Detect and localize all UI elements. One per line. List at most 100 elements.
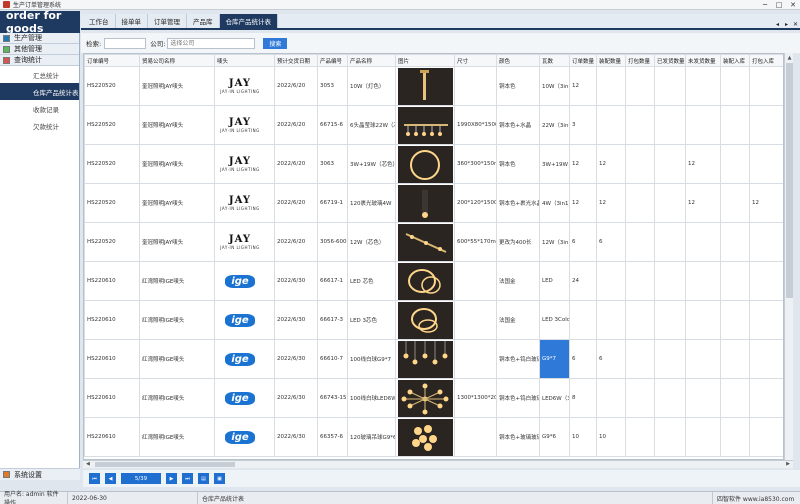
scroll-left-icon[interactable]: ◀ [86, 461, 90, 467]
cell-company[interactable]: 红湾照明IGE唛头 [139, 378, 215, 418]
cell-color[interactable]: 铜本色+钨白玻璃 [496, 378, 540, 418]
column-header[interactable]: 订单编号 [84, 54, 140, 67]
column-header[interactable]: 产品编号 [317, 54, 348, 67]
cell-name[interactable]: 12W（芯色） [347, 222, 396, 262]
cell-asm_in[interactable] [720, 417, 750, 457]
cell-qty[interactable]: 6 [569, 339, 597, 379]
cell-watt[interactable]: G9*7 [539, 339, 570, 379]
cell-order[interactable]: HS220520 [84, 222, 140, 262]
cell-date[interactable]: 2022/6/20 [274, 183, 318, 223]
export-icon[interactable]: ▤ [198, 473, 209, 484]
cell-asm_in[interactable] [720, 222, 750, 262]
column-header[interactable]: 装配入库 [720, 54, 750, 67]
tab-warehouse-stats[interactable]: 仓库产品统计表 [219, 14, 278, 28]
cell-qty[interactable]: 12 [569, 183, 597, 223]
cell-pack[interactable] [625, 222, 655, 262]
cell-asm[interactable] [596, 105, 626, 145]
cell-order[interactable]: HS220520 [84, 183, 140, 223]
cell-size[interactable] [454, 417, 497, 457]
cell-size[interactable]: 200*120*1500mm [454, 183, 497, 223]
cell-qty[interactable] [569, 300, 597, 340]
search-input[interactable] [104, 37, 147, 49]
cell-code[interactable]: 3056-600 [317, 222, 348, 262]
cell-unshipped[interactable] [685, 66, 721, 106]
horizontal-scrollbar[interactable]: ◀ ▶ [83, 460, 793, 468]
cell-pack_in[interactable] [749, 144, 783, 184]
close-icon[interactable]: ✕ [786, 0, 800, 10]
cell-shipped[interactable] [654, 144, 686, 184]
tab-dashboard[interactable]: 工作台 [83, 14, 116, 28]
column-header[interactable]: 颜色 [496, 54, 540, 67]
cell-pack[interactable] [625, 105, 655, 145]
column-header[interactable]: 打包数量 [625, 54, 655, 67]
cell-shipped[interactable] [654, 105, 686, 145]
cell-shipped[interactable] [654, 261, 686, 301]
cell-size[interactable]: 1990X80*1500mm [454, 105, 497, 145]
cell-unshipped[interactable] [685, 222, 721, 262]
cell-shipped[interactable] [654, 222, 686, 262]
table-row[interactable]: HS220520 奎冠照明JAY唛头 JAY JAY·IN LIGHTING 2022/… [84, 222, 783, 262]
column-header[interactable]: 尺寸 [454, 54, 497, 67]
last-page-icon[interactable]: ⏭ [182, 473, 193, 484]
cell-company[interactable]: 红湾照明IGE唛头 [139, 261, 215, 301]
cell-product-photo[interactable] [395, 339, 455, 379]
column-header[interactable]: 装配数量 [596, 54, 626, 67]
cell-pack[interactable] [625, 378, 655, 418]
cell-asm[interactable] [596, 378, 626, 418]
column-header[interactable]: 产品名称 [347, 54, 396, 67]
cell-unshipped[interactable] [685, 105, 721, 145]
cell-product-photo[interactable] [395, 222, 455, 262]
cell-date[interactable]: 2022/6/20 [274, 222, 318, 262]
cell-pack_in[interactable] [749, 378, 783, 418]
column-header[interactable]: 贸易公司名称 [139, 54, 215, 67]
cell-shipped[interactable] [654, 183, 686, 223]
cell-date[interactable]: 2022/6/30 [274, 417, 318, 457]
cell-pack[interactable] [625, 417, 655, 457]
cell-size[interactable]: 1300*1300*200mm [454, 378, 497, 418]
cell-company[interactable]: 奎冠照明JAY唛头 [139, 66, 215, 106]
cell-shipped[interactable] [654, 378, 686, 418]
cell-asm[interactable]: 12 [596, 183, 626, 223]
table-row[interactable]: HS220610 红湾照明IGE唛头 ige 2022/6/30 66617-3 LED … [84, 300, 783, 340]
column-header[interactable]: 瓦数 [539, 54, 570, 67]
cell-size[interactable] [454, 300, 497, 340]
cell-size[interactable] [454, 261, 497, 301]
sidebar-item-settings[interactable]: 系统设置 [0, 468, 80, 480]
sidebar-item-warehouse-stats[interactable]: 仓库产品统计表 [0, 83, 79, 100]
cell-name[interactable]: 6头晶莹球22W（芯 [347, 105, 396, 145]
cell-asm[interactable]: 10 [596, 417, 626, 457]
search-button[interactable]: 搜索 [263, 37, 288, 49]
cell-size[interactable] [454, 339, 497, 379]
cell-order[interactable]: HS220610 [84, 417, 140, 457]
cell-product-photo[interactable] [395, 144, 455, 184]
column-header[interactable]: 唛头 [214, 54, 275, 67]
cell-code[interactable]: 66743-15 [317, 378, 348, 418]
cell-watt[interactable]: 10W（3in1） [539, 66, 570, 106]
cell-date[interactable]: 2022/6/20 [274, 105, 318, 145]
cell-watt[interactable]: G9*6 [539, 417, 570, 457]
first-page-icon[interactable]: ⏮ [89, 473, 100, 484]
cell-date[interactable]: 2022/6/30 [274, 339, 318, 379]
cell-shipped[interactable] [654, 300, 686, 340]
cell-company[interactable]: 奎冠照明JAY唛头 [139, 105, 215, 145]
table-row[interactable]: HS220610 红湾照明IGE唛头 ige 2022/6/30 66610-7 100线… [84, 339, 783, 379]
cell-product-photo[interactable] [395, 66, 455, 106]
cell-shipping-mark[interactable]: ige [214, 261, 275, 301]
column-header[interactable]: 未发货数量 [685, 54, 721, 67]
cell-pack[interactable] [625, 144, 655, 184]
cell-pack[interactable] [625, 66, 655, 106]
cell-pack_in[interactable] [749, 66, 783, 106]
cell-order[interactable]: HS220520 [84, 66, 140, 106]
scroll-right-icon[interactable]: ▶ [786, 461, 790, 467]
tab-close-icon[interactable]: ✕ [791, 21, 800, 28]
cell-asm_in[interactable] [720, 105, 750, 145]
cell-shipping-mark[interactable]: ige [214, 378, 275, 418]
cell-pack_in[interactable] [749, 339, 783, 379]
cell-company[interactable]: 红湾照明IGE唛头 [139, 339, 215, 379]
cell-qty[interactable]: 24 [569, 261, 597, 301]
cell-unshipped[interactable] [685, 261, 721, 301]
cell-asm_in[interactable] [720, 339, 750, 379]
cell-order[interactable]: HS220520 [84, 144, 140, 184]
cell-color[interactable]: 法国金 [496, 300, 540, 340]
cell-name[interactable]: 3W+19W（芯色） [347, 144, 396, 184]
